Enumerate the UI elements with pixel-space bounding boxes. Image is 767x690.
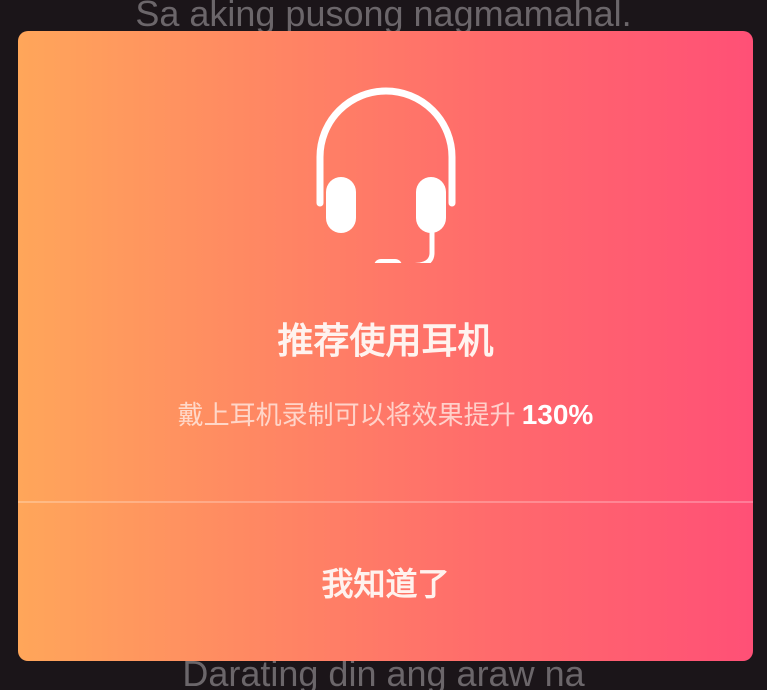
dialog-title: 推荐使用耳机 (277, 321, 494, 362)
background-screen: Sa aking pusong nagmamahal. Darating din… (0, 0, 767, 690)
got-it-button[interactable]: 我知道了 (18, 503, 753, 661)
subtitle-highlight-value: 130% (521, 399, 594, 430)
lyric-line-top: Sa aking pusong nagmamahal. (135, 0, 632, 34)
headphone-recommendation-dialog: 推荐使用耳机 戴上耳机录制可以将效果提升 130% 我知道了 (18, 31, 753, 661)
subtitle-text: 戴上耳机录制可以将效果提升 (177, 401, 516, 431)
dialog-subtitle: 戴上耳机录制可以将效果提升 130% (18, 395, 753, 436)
headset-icon (316, 87, 456, 263)
